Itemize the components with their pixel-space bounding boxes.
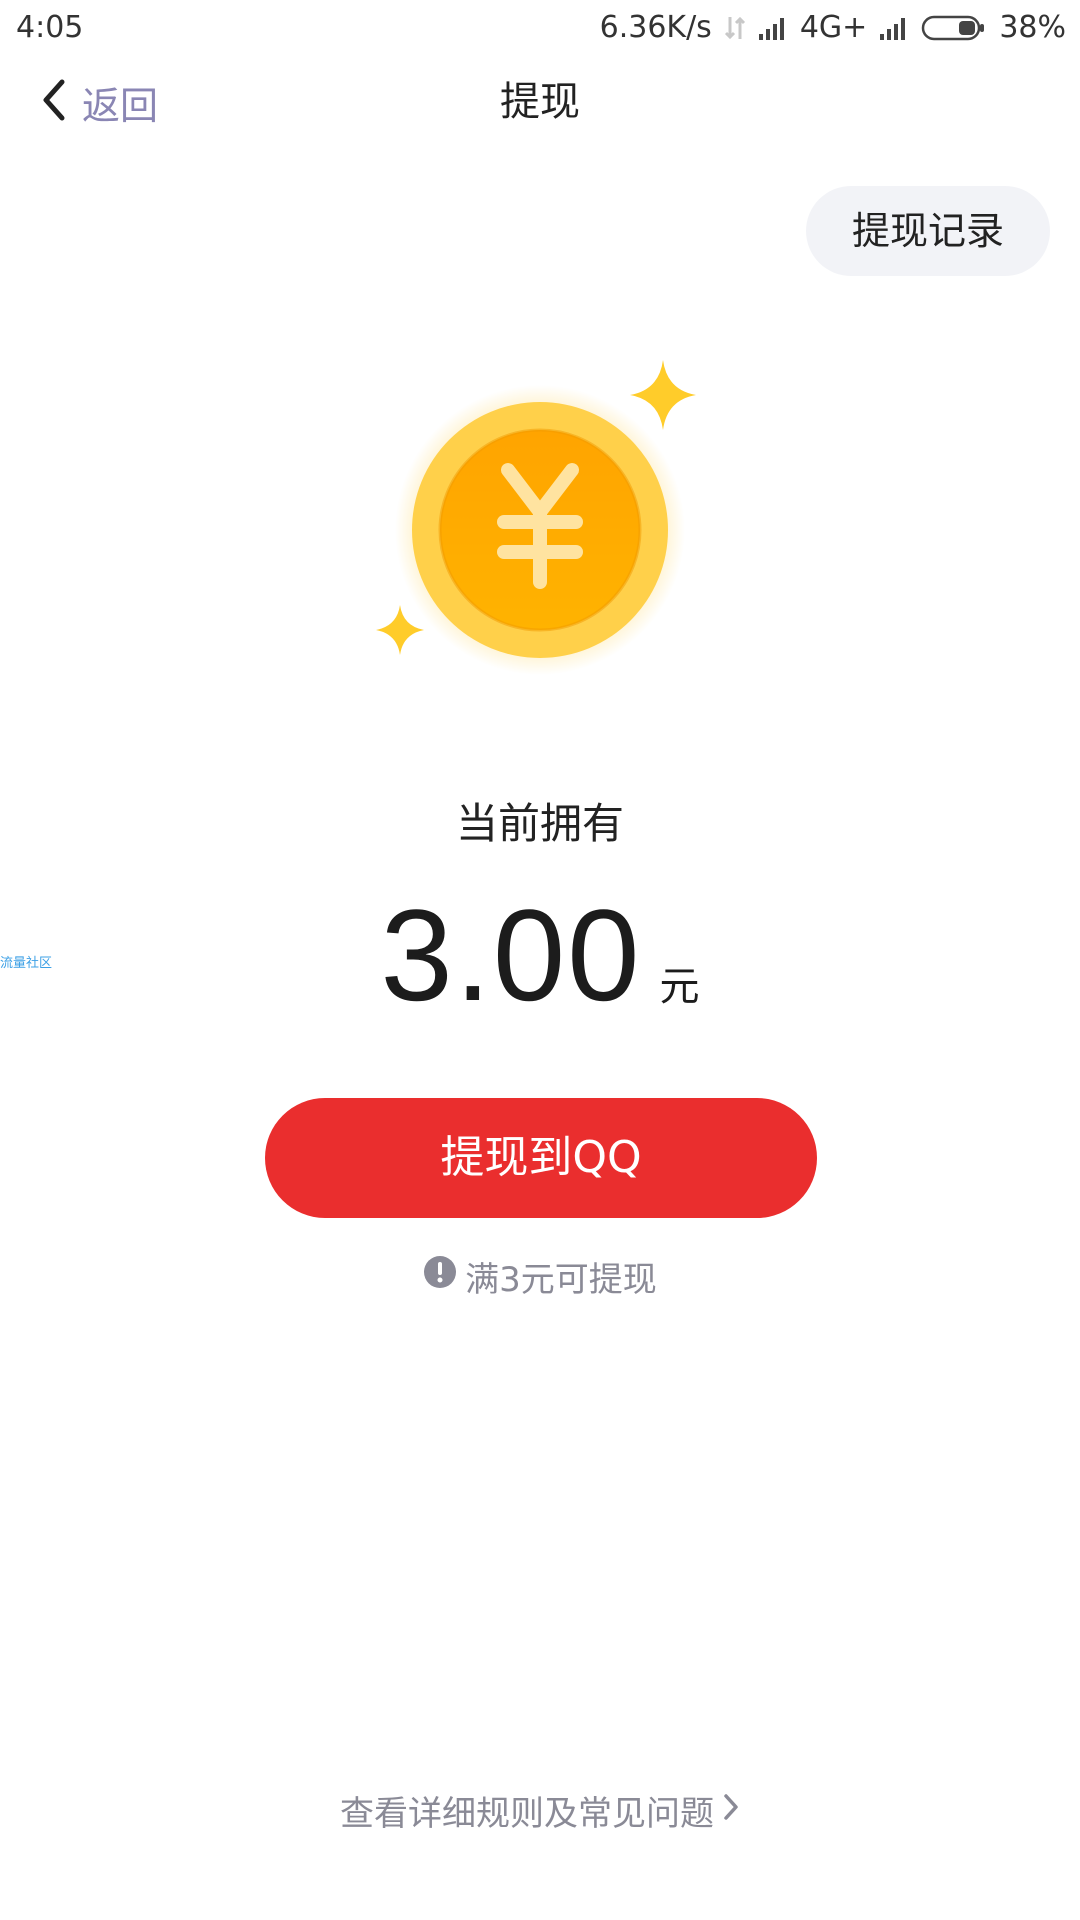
status-time: 4:05: [16, 10, 84, 45]
withdraw-record-button[interactable]: 提现记录: [806, 186, 1050, 276]
status-right-group: 6.36K/s 4G+ 38%: [600, 10, 1066, 45]
yuan-coin-icon: [395, 385, 685, 675]
network-speed: 6.36K/s: [599, 10, 712, 45]
withdraw-threshold-hint: 满3元可提现: [0, 1252, 1080, 1301]
withdraw-to-qq-button[interactable]: 提现到QQ: [265, 1098, 817, 1218]
chevron-right-icon: [722, 1791, 740, 1831]
battery-percent: 38%: [999, 10, 1066, 45]
sparkle-icon: [376, 605, 424, 655]
watermark: 流量社区: [0, 956, 53, 971]
balance-label: 当前拥有: [455, 799, 624, 848]
data-transfer-icon: [724, 15, 746, 41]
battery-icon: [921, 14, 987, 42]
network-type: 4G+: [799, 10, 868, 45]
chevron-left-icon: [40, 78, 68, 126]
status-bar: 4:05 6.36K/s 4G+ 38%: [0, 0, 1080, 58]
page-title: 提现: [500, 79, 580, 125]
rules-link-text: 查看详细规则及常见问题: [340, 1794, 714, 1834]
exclamation-circle-icon: [423, 1255, 457, 1298]
balance-unit: 元: [659, 964, 700, 1010]
signal-icon-2: [879, 16, 909, 40]
signal-icon: [758, 16, 788, 40]
hint-text: 满3元可提现: [465, 1260, 657, 1300]
balance-amount: 3.00: [380, 882, 642, 1028]
coin-illustration: [360, 350, 720, 690]
balance-row: 3.00 元: [0, 880, 1080, 1030]
back-label: 返回: [82, 83, 159, 128]
rules-faq-link[interactable]: 查看详细规则及常见问题: [0, 1786, 1080, 1835]
sparkle-icon: [630, 360, 696, 430]
back-button[interactable]: 返回: [40, 72, 158, 132]
